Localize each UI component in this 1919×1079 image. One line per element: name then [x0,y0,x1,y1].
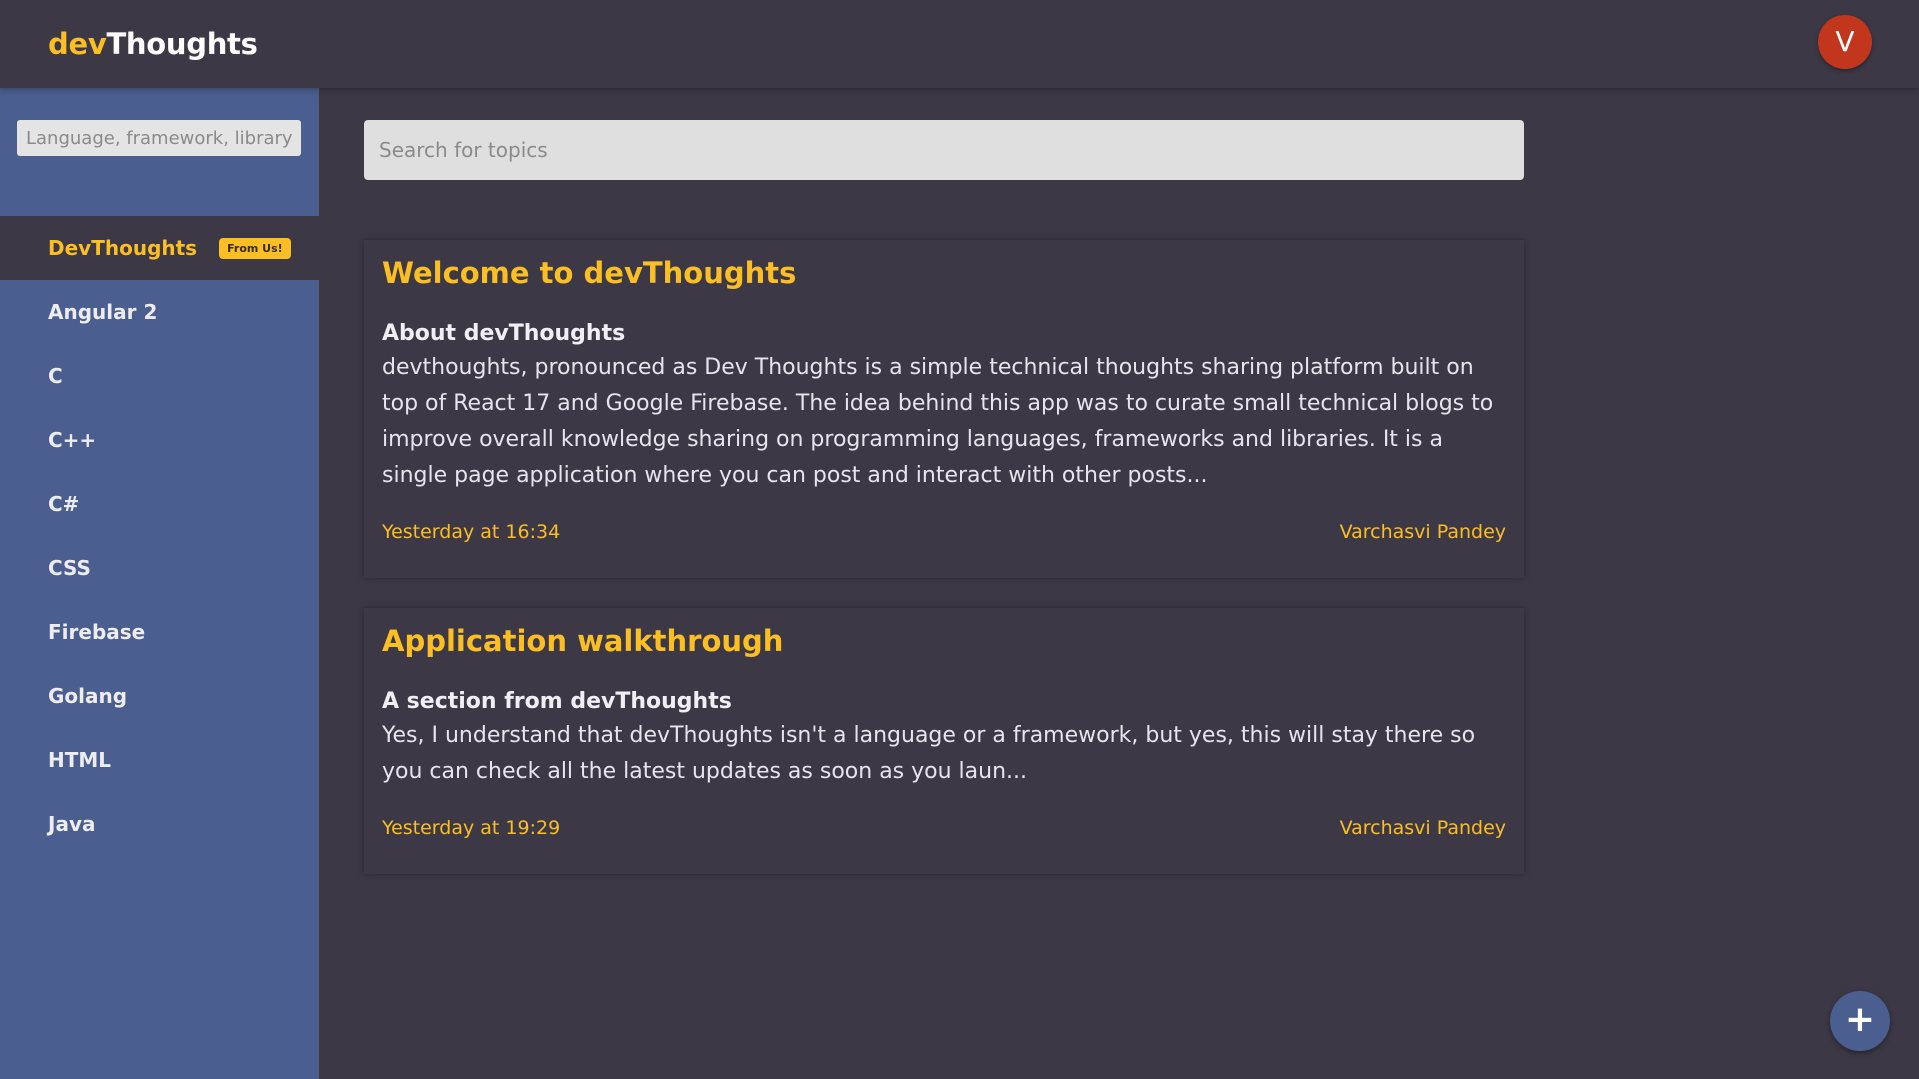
logo-suffix: Thoughts [106,27,258,61]
sidebar-item-java[interactable]: Java [0,792,319,856]
sidebar-item-label: HTML [48,748,112,772]
language-search-input[interactable] [17,120,301,156]
post-subtitle: A section from devThoughts [382,689,732,714]
sidebar-item-label: Angular 2 [48,300,158,324]
post-card[interactable]: Application walkthrough A section from d… [364,608,1524,874]
sidebar-item-label: Java [48,812,96,836]
add-post-button[interactable]: + [1830,991,1890,1051]
sidebar-item-golang[interactable]: Golang [0,664,319,728]
top-bar: devThoughts V [0,0,1919,88]
post-title[interactable]: Welcome to devThoughts [382,254,1506,292]
topic-search-input[interactable] [364,120,1524,180]
sidebar-item-firebase[interactable]: Firebase [0,600,319,664]
sidebar-item-label: DevThoughts [48,236,198,260]
post-footer: Yesterday at 19:29 Varchasvi Pandey [382,814,1506,842]
post-card[interactable]: Welcome to devThoughts About devThoughts… [364,240,1524,578]
sidebar-item-label: CSS [48,556,91,580]
app-logo[interactable]: devThoughts [48,27,258,61]
post-excerpt: devthoughts, pronounced as Dev Thoughts … [382,355,1494,488]
post-author[interactable]: Varchasvi Pandey [1340,814,1506,842]
post-timestamp: Yesterday at 16:34 [382,521,561,543]
sidebar-item-label: C++ [48,428,97,452]
user-avatar[interactable]: V [1818,15,1872,69]
sidebar-item-label: C# [48,492,80,516]
sidebar-item-angular-2[interactable]: Angular 2 [0,280,319,344]
sidebar-item-c[interactable]: C [0,344,319,408]
topic-list: DevThoughts From Us! Angular 2 C C++ C# … [0,216,319,856]
logo-prefix: dev [48,27,107,61]
sidebar-item-devthoughts[interactable]: DevThoughts From Us! [0,216,319,280]
sidebar-item-cpp[interactable]: C++ [0,408,319,472]
sidebar-item-label: Golang [48,684,128,708]
from-us-badge: From Us! [219,237,291,259]
sidebar: DevThoughts From Us! Angular 2 C C++ C# … [0,88,319,1079]
post-author[interactable]: Varchasvi Pandey [1340,518,1506,546]
post-footer: Yesterday at 16:34 Varchasvi Pandey [382,518,1506,546]
post-excerpt: Yes, I understand that devThoughts isn't… [382,723,1476,784]
post-title[interactable]: Application walkthrough [382,622,1506,660]
sidebar-item-label: Firebase [48,620,146,644]
sidebar-item-label: C [48,364,63,388]
post-timestamp: Yesterday at 19:29 [382,817,561,839]
sidebar-item-html[interactable]: HTML [0,728,319,792]
sidebar-item-csharp[interactable]: C# [0,472,319,536]
sidebar-item-css[interactable]: CSS [0,536,319,600]
post-subtitle: About devThoughts [382,321,626,346]
